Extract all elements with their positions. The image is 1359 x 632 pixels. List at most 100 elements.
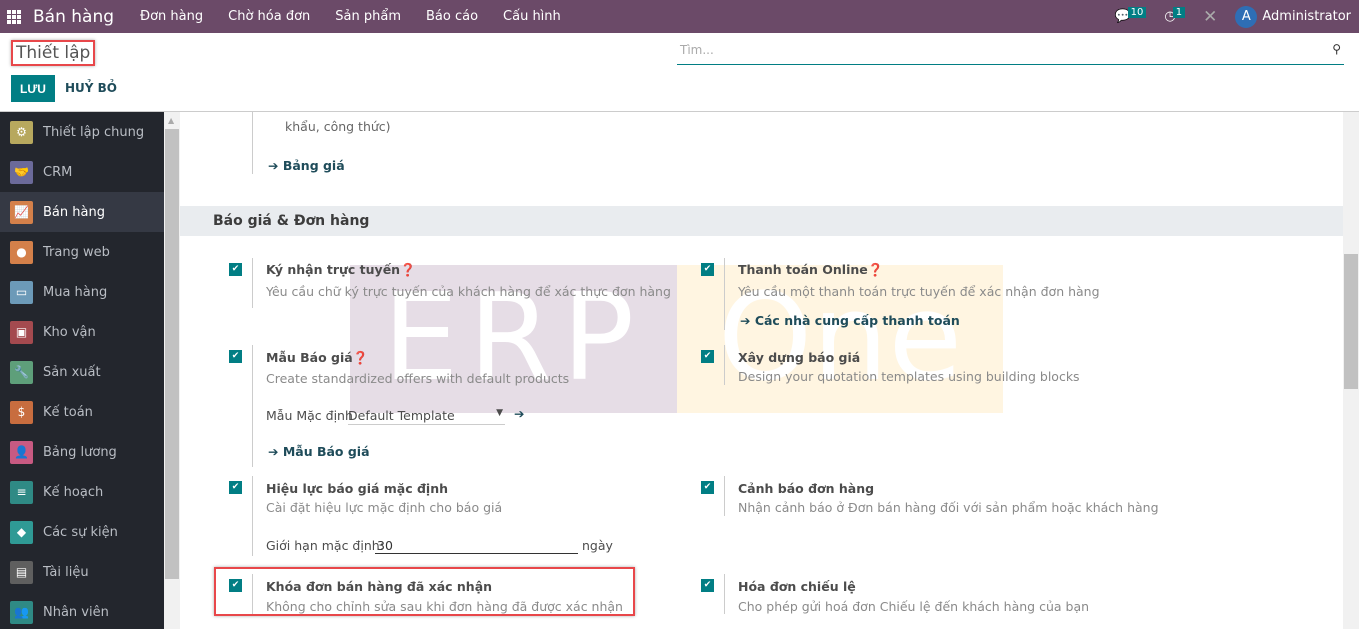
- checkbox-proforma-invoice[interactable]: ✔: [701, 579, 714, 592]
- app-name[interactable]: Bán hàng: [33, 7, 114, 27]
- open-template-arrow-icon[interactable]: ➔: [514, 406, 524, 421]
- user-menu[interactable]: A Administrator: [1235, 5, 1351, 28]
- app-icon: 🔧: [10, 360, 33, 384]
- settings-sidebar: ⚙ Thiết lập chung 🤝 CRM 📈 Bán hàng ● Trang web ▭…: [0, 112, 164, 629]
- search-input[interactable]: Tìm... ⚲: [677, 40, 1344, 65]
- settings-content: ERP One khẩu, công thức) ➔ Bảng giá Báo …: [180, 112, 1343, 629]
- checkbox-order-warnings[interactable]: ✔: [701, 481, 714, 494]
- sidebar-item[interactable]: ≡ Kế hoạch: [0, 472, 164, 512]
- sidebar-item-label: Các sự kiện: [43, 524, 118, 540]
- menu-products[interactable]: Sản phẩm: [335, 9, 401, 24]
- checkbox-quotation-builder[interactable]: ✔: [701, 350, 714, 363]
- menu-orders[interactable]: Đơn hàng: [140, 9, 203, 24]
- setting-desc: Yêu cầu chữ ký trực tuyến của khách hàng…: [266, 284, 671, 299]
- caret-down-icon: ▼: [496, 408, 503, 418]
- scrollbar-thumb[interactable]: [165, 129, 179, 579]
- sidebar-item[interactable]: 🤝 CRM: [0, 152, 164, 192]
- app-icon: 🤝: [10, 160, 33, 184]
- field-label: Giới hạn mặc định:: [266, 538, 384, 553]
- input-value: 30: [377, 538, 393, 553]
- sidebar-item-label: Kế hoạch: [43, 484, 104, 500]
- payment-providers-link[interactable]: ➔ Các nhà cung cấp thanh toán: [740, 313, 960, 328]
- link-label: Bảng giá: [282, 158, 345, 173]
- save-button[interactable]: LƯU: [11, 75, 55, 102]
- help-icon[interactable]: ❓: [868, 262, 884, 277]
- sidebar-item[interactable]: 🔧 Sản xuất: [0, 352, 164, 392]
- menu-config[interactable]: Cấu hình: [503, 9, 561, 24]
- menu-to-invoice[interactable]: Chờ hóa đơn: [228, 9, 310, 24]
- setting-desc: Yêu cầu một thanh toán trực tuyến để xác…: [738, 284, 1100, 299]
- checkbox-quotation-templates[interactable]: ✔: [229, 350, 242, 363]
- activities-button[interactable]: ◷1: [1164, 7, 1186, 24]
- sidebar-item[interactable]: ▭ Mua hàng: [0, 272, 164, 312]
- setting-desc: khẩu, công thức): [285, 119, 391, 134]
- checkbox-default-validity[interactable]: ✔: [229, 481, 242, 494]
- help-icon[interactable]: ❓: [400, 262, 416, 277]
- sidebar-item-label: Bán hàng: [43, 204, 105, 220]
- page-title: Thiết lập: [11, 40, 96, 66]
- sidebar-item[interactable]: ▣ Kho vận: [0, 312, 164, 352]
- setting-label: Xây dựng báo giá: [738, 350, 861, 365]
- top-navbar: Bán hàng Đơn hàng Chờ hóa đơn Sản phẩm B…: [0, 0, 1359, 33]
- app-icon: ▣: [10, 320, 33, 344]
- sidebar-item[interactable]: 👤 Bảng lương: [0, 432, 164, 472]
- content-scrollbar[interactable]: [1343, 112, 1359, 629]
- divider: [252, 258, 253, 308]
- divider: [252, 345, 253, 467]
- field-label: Mẫu Mặc định: [266, 408, 353, 423]
- setting-desc: Cài đặt hiệu lực mặc định cho báo giá: [266, 500, 503, 515]
- scrollbar-thumb[interactable]: [1344, 254, 1358, 389]
- apps-menu-icon[interactable]: [7, 9, 21, 24]
- sidebar-item[interactable]: 📈 Bán hàng: [0, 192, 164, 232]
- app-icon: $: [10, 400, 33, 424]
- tools-icon[interactable]: ✕: [1203, 7, 1217, 27]
- setting-desc: Cho phép gửi hoá đơn Chiếu lệ đến khách …: [738, 599, 1090, 614]
- setting-desc: Nhận cảnh báo ở Đơn bán hàng đối với sản…: [738, 500, 1159, 515]
- app-icon: 👤: [10, 440, 33, 464]
- help-icon[interactable]: ❓: [353, 350, 369, 365]
- sidebar-item-label: Nhân viên: [43, 604, 109, 620]
- divider: [252, 112, 253, 174]
- setting-label: Thanh toán Online❓: [738, 262, 884, 277]
- quotation-templates-link[interactable]: ➔ Mẫu Báo giá: [268, 444, 370, 459]
- setting-label: Ký nhận trực tuyến❓: [266, 262, 416, 277]
- app-icon: 📈: [10, 200, 33, 224]
- sidebar-item-label: CRM: [43, 164, 73, 180]
- setting-desc: Design your quotation templates using bu…: [738, 369, 1080, 384]
- sidebar-item-label: Kho vận: [43, 324, 96, 340]
- divider: [252, 476, 253, 556]
- default-template-select[interactable]: Default Template ▼: [348, 406, 505, 425]
- sidebar-item-label: Thiết lập chung: [43, 124, 145, 140]
- pricelist-link[interactable]: ➔ Bảng giá: [268, 158, 345, 173]
- checkbox-online-signature[interactable]: ✔: [229, 263, 242, 276]
- messages-button[interactable]: 💬10: [1114, 7, 1147, 24]
- sidebar-item-label: Trang web: [43, 244, 110, 260]
- validity-days-input[interactable]: 30: [375, 536, 578, 554]
- divider: [724, 574, 725, 614]
- highlight-box: [214, 567, 635, 616]
- sidebar-item[interactable]: ⚙ Thiết lập chung: [0, 112, 164, 152]
- messages-badge: 10: [1127, 7, 1147, 18]
- setting-label: Hiệu lực báo giá mặc định: [266, 481, 449, 496]
- search-icon[interactable]: ⚲: [1332, 42, 1341, 56]
- sidebar-item-label: Mua hàng: [43, 284, 108, 300]
- scroll-up-icon[interactable]: ▲: [168, 116, 174, 125]
- divider: [724, 345, 725, 385]
- sidebar-item[interactable]: ● Trang web: [0, 232, 164, 272]
- sidebar-item[interactable]: $ Kế toán: [0, 392, 164, 432]
- menu-reports[interactable]: Báo cáo: [426, 9, 478, 24]
- user-name: Administrator: [1262, 9, 1351, 24]
- checkbox-online-payment[interactable]: ✔: [701, 263, 714, 276]
- select-value: Default Template: [348, 408, 455, 423]
- activities-badge: 1: [1172, 7, 1186, 18]
- setting-label: Mẫu Báo giá❓: [266, 350, 369, 365]
- sidebar-item-label: Kế toán: [43, 404, 93, 420]
- sidebar-item[interactable]: 👥 Nhân viên: [0, 592, 164, 632]
- app-icon: ●: [10, 240, 33, 264]
- search-placeholder: Tìm...: [680, 43, 714, 57]
- sidebar-scrollbar[interactable]: ▲: [164, 112, 180, 629]
- cancel-button[interactable]: HUỶ BỎ: [65, 81, 117, 95]
- divider: [724, 258, 725, 330]
- sidebar-item[interactable]: ◆ Các sự kiện: [0, 512, 164, 552]
- sidebar-item[interactable]: ▤ Tài liệu: [0, 552, 164, 592]
